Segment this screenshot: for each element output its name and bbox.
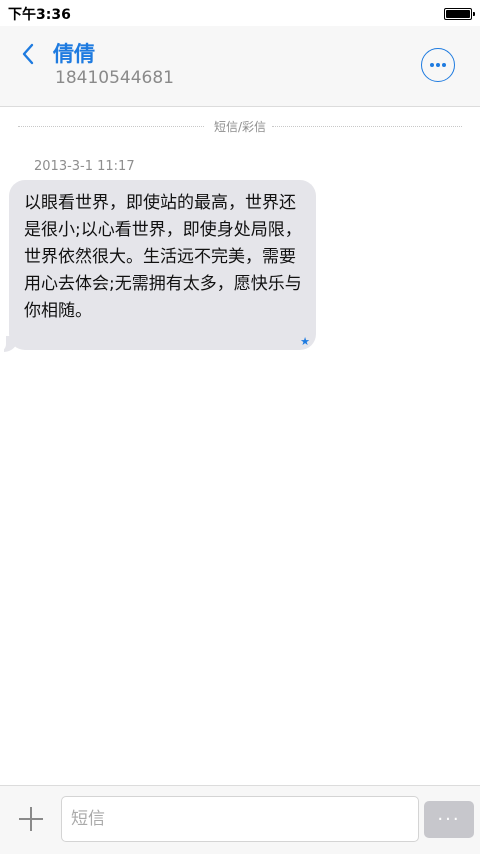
contact-name[interactable]: 倩倩: [53, 38, 95, 68]
send-button[interactable]: ...: [424, 801, 474, 838]
message-input[interactable]: [61, 796, 419, 842]
battery-tip: [473, 12, 475, 16]
incoming-message-bubble[interactable]: 以眼看世界，即使站的最高，世界还是很小;以心看世界，即使身处局限，世界依然很大。…: [9, 180, 316, 350]
more-options-button[interactable]: [421, 48, 455, 82]
contact-number: 18410544681: [55, 68, 174, 88]
conversation-header: 倩倩 18410544681: [0, 26, 480, 107]
back-button[interactable]: [16, 40, 44, 68]
battery-level: [446, 10, 470, 18]
status-bar: 下午3:36: [0, 0, 480, 26]
more-horizontal-icon: [430, 63, 434, 67]
divider-line: [272, 126, 462, 127]
status-time: 下午3:36: [8, 7, 71, 23]
more-horizontal-icon: [436, 63, 440, 67]
chevron-left-icon: [22, 43, 34, 65]
star-icon: ★: [300, 335, 310, 348]
message-text: 以眼看世界，即使站的最高，世界还是很小;以心看世界，即使身处局限，世界依然很大。…: [24, 193, 302, 321]
message-type-divider: 短信/彩信: [18, 116, 462, 136]
add-attachment-button[interactable]: [19, 807, 43, 831]
composer-bar: ...: [0, 785, 480, 854]
battery-icon: [444, 8, 475, 20]
message-timestamp: 2013-3-1 11:17: [34, 159, 135, 174]
more-horizontal-icon: [442, 63, 446, 67]
